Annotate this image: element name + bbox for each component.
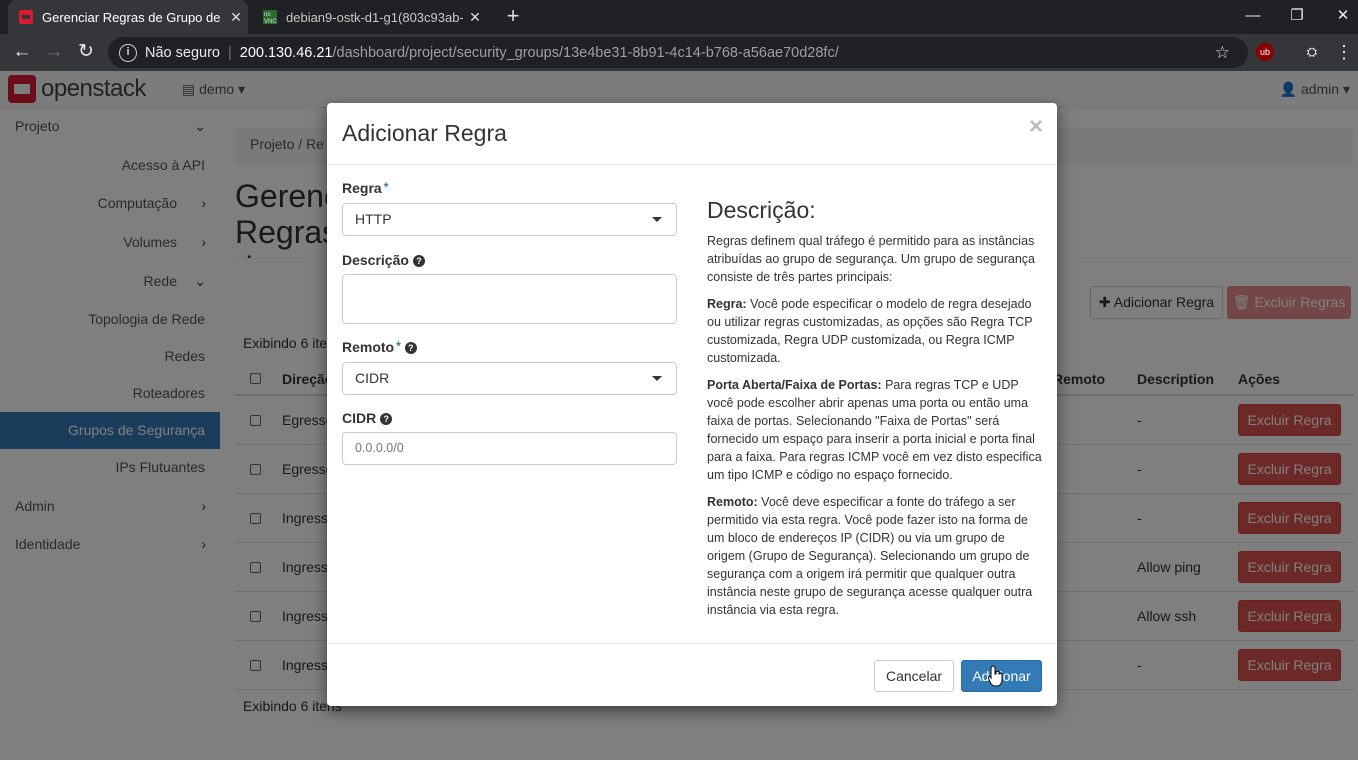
info-icon[interactable]: i (119, 43, 137, 62)
tab-title: debian9-ostk-d1-g1(803c93ab-9 (286, 9, 463, 25)
paragraph-text: Você deve especificar a fonte do tráfego… (707, 495, 1033, 617)
caret-down-icon (652, 217, 662, 222)
reload-icon[interactable]: ↻ (73, 40, 99, 66)
remoto-label: Remoto *? (342, 339, 417, 355)
url-path: /dashboard/project/security_groups/13e4b… (332, 44, 839, 61)
hand-cursor-icon (988, 665, 1003, 687)
close-window-icon[interactable]: ✕ (1320, 0, 1358, 34)
forward-icon[interactable]: → (41, 40, 67, 66)
novnc-favicon-icon: noVNC (263, 10, 277, 25)
add-rule-modal: Adicionar Regra × Regra * HTTP Descrição?… (327, 103, 1057, 706)
regra-label: Regra * (342, 180, 388, 196)
back-icon[interactable]: ← (9, 40, 35, 66)
paragraph-text: Você pode especificar o modelo de regra … (707, 297, 1033, 365)
security-label: Não seguro (145, 44, 220, 61)
modal-footer: Cancelar Adicionar (327, 643, 1057, 706)
ublock-icon[interactable]: ub (1256, 43, 1274, 61)
regra-value: HTTP (355, 211, 392, 227)
separator: | (227, 44, 232, 61)
url-host: 200.130.46.21 (239, 44, 333, 61)
new-tab-button[interactable]: + (500, 4, 526, 30)
cidr-label-text: CIDR (342, 410, 377, 426)
regra-select[interactable]: HTTP (342, 203, 677, 236)
cidr-label: CIDR? (342, 410, 393, 426)
browser-tab-active[interactable]: Gerenciar Regras de Grupo de Se ✕ (8, 0, 248, 34)
description-paragraph: Regra: Você pode especificar o modelo de… (707, 295, 1042, 367)
paragraph-text: Para regras TCP e UDP você pode escolher… (707, 378, 1042, 482)
remoto-select[interactable]: CIDR (342, 362, 677, 395)
required-mark: * (396, 339, 401, 353)
regra-label-text: Regra (342, 180, 382, 196)
descricao-label: Descrição? (342, 252, 425, 268)
maximize-icon[interactable]: ❐ (1274, 0, 1320, 34)
help-icon[interactable]: ? (404, 342, 417, 355)
browser-tab-strip: Gerenciar Regras de Grupo de Se ✕ no VNC … (0, 0, 1358, 34)
tab-title: Gerenciar Regras de Grupo de Se (42, 9, 224, 25)
incognito-icon[interactable]: ⛭ (1302, 42, 1322, 62)
openstack-favicon-icon (19, 10, 33, 24)
remoto-label-text: Remoto (342, 339, 395, 355)
cidr-input[interactable]: 0.0.0.0/0 (342, 432, 677, 465)
description-paragraph: Regras definem qual tráfego é permitido … (707, 234, 1035, 284)
close-icon[interactable]: × (1029, 113, 1043, 141)
browser-tab[interactable]: no VNC debian9-ostk-d1-g1(803c93ab-9 ✕ (252, 0, 487, 34)
svg-text:VNC: VNC (264, 19, 277, 25)
modal-title: Adicionar Regra (342, 120, 507, 146)
bold-term: Remoto: (707, 495, 758, 509)
bookmark-star-icon[interactable]: ☆ (1215, 43, 1230, 63)
help-icon[interactable]: ? (412, 255, 425, 268)
address-bar[interactable]: i Não seguro | 200.130.46.21/dashboard/p… (108, 37, 1248, 68)
bold-term: Regra: (707, 297, 747, 311)
remoto-value: CIDR (355, 370, 390, 386)
description-paragraph: Remoto: Você deve especificar a fonte do… (707, 493, 1042, 619)
description-heading: Descrição: (707, 197, 816, 223)
cancel-button[interactable]: Cancelar (874, 660, 954, 692)
bold-term: Porta Aberta/Faixa de Portas: (707, 378, 882, 392)
required-mark: * (383, 180, 389, 194)
descricao-textarea[interactable] (342, 274, 677, 324)
browser-toolbar: ← → ↻ i Não seguro | 200.130.46.21/dashb… (0, 34, 1358, 71)
description-paragraph: Porta Aberta/Faixa de Portas: Para regra… (707, 376, 1042, 484)
tab-close-icon[interactable]: ✕ (463, 9, 487, 26)
svg-text:no: no (264, 12, 271, 18)
browser-menu-icon[interactable]: ⋮ (1334, 42, 1354, 62)
caret-down-icon (652, 376, 662, 381)
descricao-label-text: Descrição (342, 252, 409, 268)
minimize-icon[interactable]: — (1230, 0, 1276, 34)
help-icon[interactable]: ? (380, 413, 393, 426)
tab-close-icon[interactable]: ✕ (224, 9, 248, 26)
modal-header: Adicionar Regra × (327, 103, 1057, 165)
